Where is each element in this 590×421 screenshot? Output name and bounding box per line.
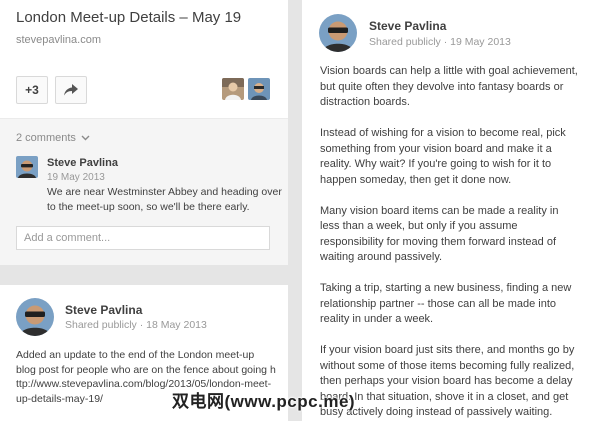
person-photo-icon bbox=[248, 78, 270, 100]
plus-one-button[interactable]: +3 bbox=[16, 76, 48, 104]
comment-author[interactable]: Steve Pavlina bbox=[47, 157, 118, 169]
post-meta: Shared publicly · 19 May 2013 bbox=[369, 36, 511, 48]
post-paragraph: If your vision board just sits there, an… bbox=[320, 344, 575, 418]
avatar-photo-icon bbox=[319, 14, 357, 52]
post-card-london-meetup: London Meet-up Details – May 19 stevepav… bbox=[0, 0, 288, 265]
plusoner-avatar[interactable] bbox=[222, 78, 244, 100]
source-domain-link[interactable]: stevepavlina.com bbox=[16, 34, 101, 46]
post-author[interactable]: Steve Pavlina bbox=[369, 19, 446, 33]
post-card-vision-boards: Steve Pavlina Shared publicly · 19 May 2… bbox=[302, 0, 590, 421]
share-arrow-icon bbox=[64, 84, 78, 96]
comments-toggle[interactable]: 2 comments bbox=[16, 132, 90, 144]
post-paragraph: Many vision board items can be made a re… bbox=[320, 204, 559, 264]
share-button[interactable] bbox=[55, 76, 87, 104]
post-paragraph: Instead of wishing for a vision to becom… bbox=[320, 127, 566, 186]
person-photo-icon bbox=[222, 78, 244, 100]
avatar-photo-icon bbox=[16, 156, 38, 178]
post-paragraph: Vision boards can help a little with goa… bbox=[320, 65, 578, 108]
avatar[interactable] bbox=[16, 156, 38, 178]
post-title-link[interactable]: London Meet-up Details – May 19 bbox=[16, 9, 241, 26]
post-body: Vision boards can help a little with goa… bbox=[320, 64, 578, 421]
post-text: Added an update to the end of the London… bbox=[16, 349, 268, 376]
avatar[interactable] bbox=[16, 298, 54, 336]
comment-date: 19 May 2013 bbox=[47, 172, 105, 183]
comments-section: 2 comments Steve Pavlina 19 May 2013 We bbox=[0, 118, 288, 265]
avatar[interactable] bbox=[319, 14, 357, 52]
comment-text: We are near Westminster Abbey and headin… bbox=[47, 186, 282, 213]
comments-count-label: 2 comments bbox=[16, 132, 76, 144]
post-paragraph: Taking a trip, starting a new business, … bbox=[320, 282, 572, 325]
post-meta: Shared publicly · 18 May 2013 bbox=[65, 319, 207, 331]
add-comment-input[interactable]: Add a comment... bbox=[16, 226, 270, 250]
plusoner-avatar[interactable] bbox=[248, 78, 270, 100]
left-column: London Meet-up Details – May 19 stevepav… bbox=[0, 0, 288, 421]
post-author[interactable]: Steve Pavlina bbox=[65, 303, 142, 317]
avatar-photo-icon bbox=[16, 298, 54, 336]
post-card-header: London Meet-up Details – May 19 stevepav… bbox=[0, 0, 288, 118]
watermark: 双电网(www.pcpc.me) bbox=[172, 392, 356, 411]
chevron-down-icon bbox=[81, 135, 90, 141]
